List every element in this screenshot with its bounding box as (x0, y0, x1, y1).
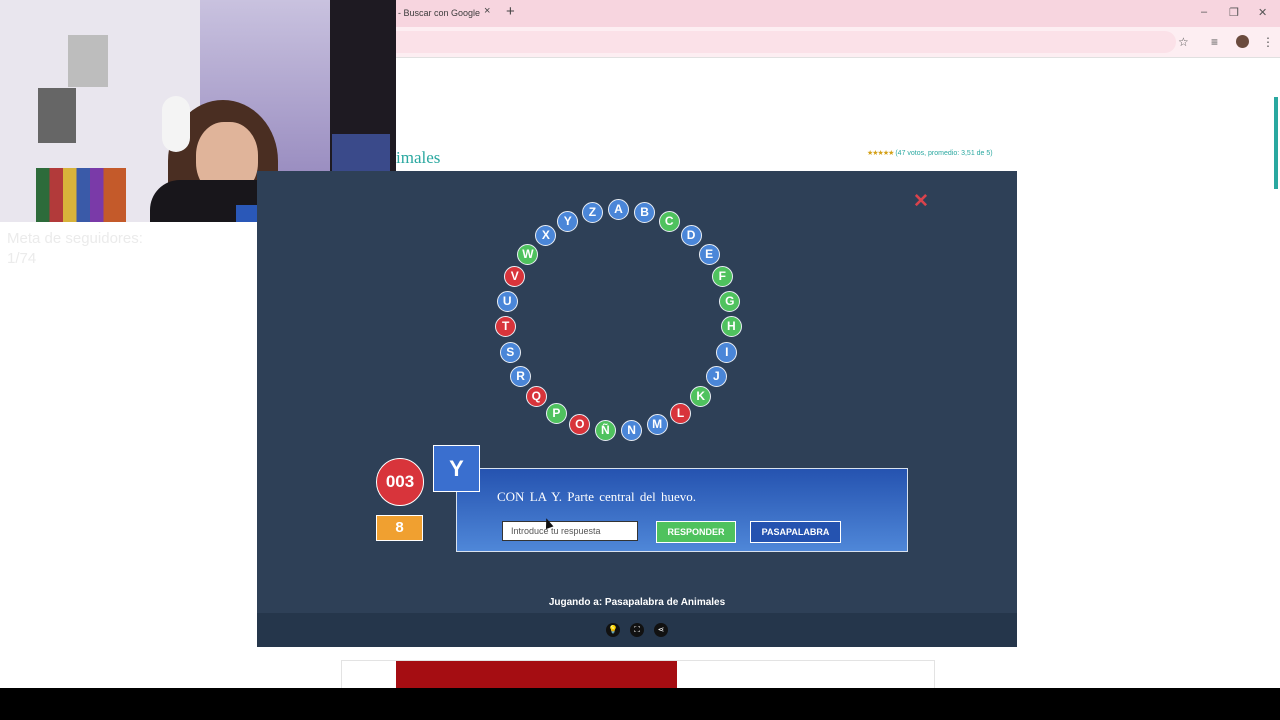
headphones (162, 96, 190, 152)
rating: ★★★★★ (47 votos, promedio: 3,51 de 5) (867, 149, 993, 157)
letter-x: X (535, 224, 557, 246)
letter-a: A (608, 199, 629, 220)
poster (38, 88, 76, 143)
letter-m: M (646, 414, 668, 436)
address-bar[interactable] (396, 31, 1176, 53)
rating-text: (47 votos, promedio: 3,51 de 5) (895, 150, 993, 157)
letter-l: L (670, 402, 692, 424)
timer: 8 (376, 515, 423, 541)
menu-icon[interactable]: ⋮ (1262, 35, 1274, 49)
letter-y: Y (557, 210, 579, 232)
toolbar-divider (396, 57, 1280, 58)
media-control-icon[interactable]: ≡ (1211, 35, 1218, 49)
close-icon[interactable]: ✕ (913, 190, 929, 213)
playing-label: Jugando a: Pasapalabra de Animales (548, 597, 726, 608)
new-tab-button[interactable]: + (506, 3, 515, 20)
letter-j: J (705, 365, 727, 387)
letter-p: P (545, 402, 567, 424)
books (36, 168, 126, 222)
letter-d: D (680, 224, 702, 246)
letter-f: F (711, 266, 733, 288)
poster (68, 35, 108, 87)
tab-title[interactable]: - Buscar con Google (398, 8, 480, 18)
letter-z: Z (581, 201, 603, 223)
follower-goal-label: Meta de seguidores: (7, 230, 143, 247)
follower-goal: Meta de seguidores: 1/74 (7, 229, 143, 269)
letter-b: B (634, 201, 656, 223)
browser-tab-bar: - Buscar con Google × + ‒ ❐ ✕ (396, 0, 1280, 27)
ad-banner[interactable] (396, 661, 677, 690)
profile-icon[interactable] (1236, 35, 1249, 48)
current-letter: Y (433, 445, 480, 492)
answer-input[interactable] (502, 521, 638, 541)
letter-t: T (495, 316, 517, 338)
page-title: imales (396, 148, 441, 167)
star-icon[interactable]: ☆ (1178, 35, 1189, 49)
letter-o: O (569, 414, 591, 436)
share-icon[interactable]: ⋖ (654, 623, 668, 637)
rating-stars-icon[interactable]: ★★★★★ (867, 150, 894, 157)
letter-ñ: Ñ (594, 420, 616, 442)
taskbar (0, 688, 1280, 720)
scrollbar-thumb[interactable] (1274, 97, 1278, 189)
fullscreen-icon[interactable]: ⛶ (630, 623, 644, 637)
question-text: CON LA Y. Parte central del huevo. (497, 489, 697, 504)
letter-k: K (690, 386, 712, 408)
minimize-button[interactable]: ‒ (1201, 6, 1207, 18)
letter-c: C (658, 210, 680, 232)
letter-e: E (698, 243, 720, 265)
tab-close-icon[interactable]: × (484, 5, 490, 17)
letter-v: V (504, 266, 526, 288)
score-counter: 003 (376, 458, 424, 506)
restore-button[interactable]: ❐ (1229, 6, 1239, 19)
letter-i: I (716, 341, 738, 363)
letter-w: W (517, 243, 539, 265)
letter-r: R (510, 365, 532, 387)
letter-u: U (496, 290, 518, 312)
pasapalabra-button[interactable]: PASAPALABRA (750, 521, 841, 543)
close-window-button[interactable]: ✕ (1258, 6, 1267, 19)
pasapalabra-game: ✕ ABCDEFGHIJKLMNÑOPQRSTUVWXYZ 003 8 CON … (257, 171, 1017, 647)
letter-q: Q (525, 386, 547, 408)
letter-s: S (499, 341, 521, 363)
browser-toolbar: ☆ ≡ ⋮ (396, 27, 1280, 57)
game-toolbar: 💡 ⛶ ⋖ (257, 613, 1017, 647)
question-panel: CON LA Y. Parte central del huevo. RESPO… (456, 468, 908, 552)
respond-button[interactable]: RESPONDER (656, 521, 736, 543)
letter-n: N (621, 420, 643, 442)
letter-h: H (720, 316, 742, 338)
follower-goal-value: 1/74 (7, 250, 37, 267)
letter-g: G (719, 290, 741, 312)
lightbulb-icon[interactable]: 💡 (606, 623, 620, 637)
